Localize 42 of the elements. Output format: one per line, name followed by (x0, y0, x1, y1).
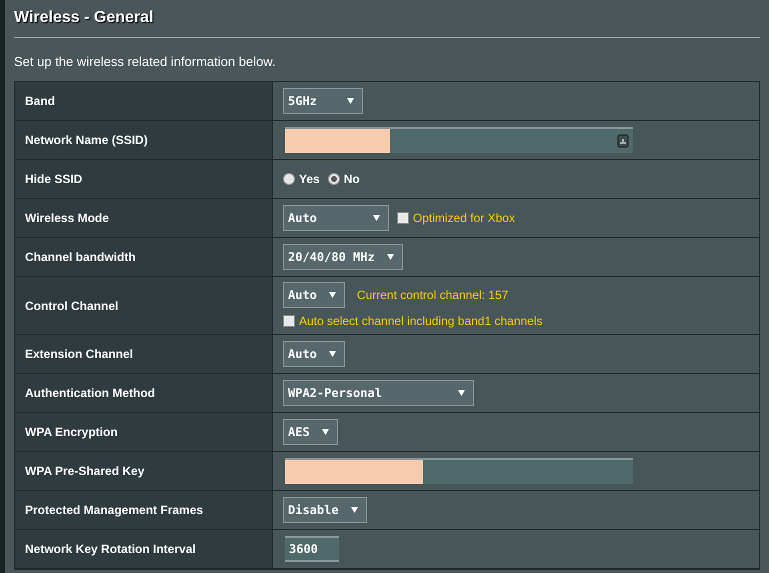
dropdown[interactable]: Auto (283, 341, 345, 367)
radio-label: No (344, 171, 360, 188)
dropdown[interactable]: WPA2-Personal (283, 380, 474, 406)
input-field[interactable] (285, 458, 633, 484)
setting-label: Hide SSID (15, 160, 273, 198)
setting-label: Network Key Rotation Interval (15, 530, 273, 568)
setting-label: Wireless Mode (15, 199, 273, 237)
dropdown[interactable]: Auto (283, 282, 345, 308)
channel-note: Current control channel: 157 (356, 286, 508, 304)
checkbox-label: Auto select channel including band1 channels (299, 312, 543, 330)
dropdown[interactable]: Auto (283, 205, 389, 231)
input-field[interactable] (285, 127, 633, 153)
caret-down-icon (350, 507, 358, 513)
caret-down-icon (458, 390, 465, 396)
setting-label: WPA Encryption (15, 413, 273, 451)
setting-label: WPA Pre-Shared Key (15, 452, 273, 490)
setting-label: Authentication Method (15, 374, 273, 412)
input-field[interactable]: 3600 (285, 536, 339, 562)
checkbox[interactable] (396, 212, 409, 224)
radio-button[interactable] (328, 173, 340, 185)
dropdown[interactable]: AES (283, 419, 338, 445)
caret-down-icon (346, 98, 354, 104)
dropdown[interactable]: 5GHz (283, 88, 363, 114)
checkbox-label: Optimized for Xbox (412, 210, 515, 227)
caret-down-icon (328, 292, 336, 298)
caret-down-icon (372, 215, 380, 221)
page-subtitle: Set up the wireless related information below. (14, 53, 277, 71)
setting-label: Network Name (SSID) (15, 121, 273, 159)
caret-down-icon (386, 254, 394, 260)
radio-label: Yes (299, 171, 320, 188)
setting-label: Band (15, 82, 273, 120)
caret-down-icon (322, 429, 329, 435)
page-title: Wireless - General (14, 8, 154, 28)
caret-down-icon (328, 351, 336, 357)
setting-label: Protected Management Frames (15, 491, 273, 529)
checkbox[interactable] (283, 314, 295, 326)
dropdown[interactable]: 20/40/80 MHz (283, 244, 403, 270)
setting-label: Channel bandwidth (15, 238, 273, 276)
setting-label: Extension Channel (15, 335, 273, 373)
dropdown[interactable]: Disable (283, 497, 367, 523)
radio-button[interactable] (283, 173, 295, 185)
setting-label: Control Channel (15, 277, 273, 334)
